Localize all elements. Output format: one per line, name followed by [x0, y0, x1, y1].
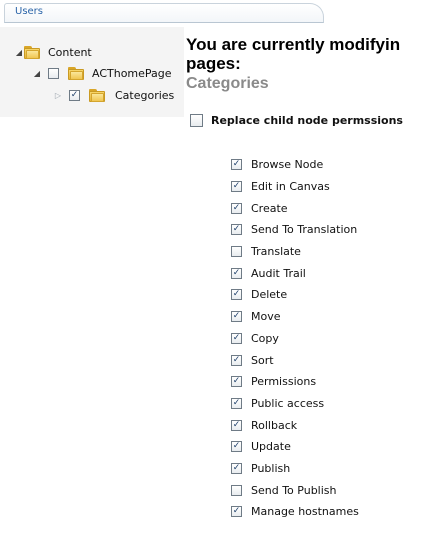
permission-label: Send To Translation [251, 223, 358, 237]
permission-label: Move [251, 310, 281, 324]
permission-checkbox[interactable] [231, 332, 242, 344]
permission-label: Publish [251, 461, 291, 475]
permission-row[interactable]: Delete [231, 284, 359, 306]
page-title: You are currently modifyin pages: [186, 35, 430, 73]
page-title-line: pages: [186, 54, 241, 73]
replace-child-permissions[interactable]: Replace child node permssions [190, 114, 403, 127]
permission-label: Copy [251, 331, 279, 345]
tab-users[interactable]: Users [15, 6, 43, 17]
permission-checkbox[interactable] [231, 267, 242, 279]
expand-arrow-icon[interactable]: ◢ [14, 48, 24, 57]
page-title-line: You are currently modifyin [186, 35, 401, 54]
permission-label: Edit in Canvas [251, 180, 330, 194]
permission-label: Public access [251, 396, 325, 410]
folder-icon [89, 88, 105, 102]
replace-child-checkbox[interactable] [190, 114, 203, 127]
permission-label: Send To Publish [251, 483, 337, 497]
permission-row[interactable]: Manage hostnames [231, 501, 359, 523]
permission-row[interactable]: Copy [231, 328, 359, 350]
top-tab-bar: Users [4, 3, 324, 23]
permission-label: Rollback [251, 418, 298, 432]
permission-label: Sort [251, 353, 274, 367]
permission-row[interactable]: Rollback [231, 414, 359, 436]
folder-icon [24, 45, 40, 59]
permission-checkbox[interactable] [231, 289, 242, 301]
tree-node-content[interactable]: ◢ Content [14, 42, 92, 62]
expand-arrow-icon[interactable]: ◢ [32, 69, 42, 78]
permission-checkbox[interactable] [231, 462, 242, 474]
permission-checkbox[interactable] [231, 354, 242, 366]
tree-node-label: Content [48, 45, 92, 59]
permission-label: Delete [251, 288, 288, 302]
permission-label: Create [251, 201, 288, 215]
tree-node-checkbox[interactable] [69, 89, 80, 101]
permission-row[interactable]: Update [231, 436, 359, 458]
permission-checkbox[interactable] [231, 181, 242, 193]
permission-row[interactable]: Translate [231, 241, 359, 263]
replace-child-label: Replace child node permssions [211, 114, 403, 127]
permission-checkbox[interactable] [231, 441, 242, 453]
permission-row[interactable]: Public access [231, 393, 359, 415]
permission-row[interactable]: Move [231, 306, 359, 328]
tree-node-acthomepage[interactable]: ◢ ACThomePage [32, 63, 172, 83]
permission-row[interactable]: Send To Translation [231, 219, 359, 241]
folder-icon [68, 66, 84, 80]
permission-checkbox[interactable] [231, 246, 242, 258]
permission-row[interactable]: Create [231, 197, 359, 219]
permission-checkbox[interactable] [231, 397, 242, 409]
permission-checkbox[interactable] [231, 311, 242, 323]
permission-label: Audit Trail [251, 266, 306, 280]
tree-node-label: Categories [115, 88, 175, 102]
tree-node-label: ACThomePage [92, 66, 172, 80]
permission-row[interactable]: Sort [231, 349, 359, 371]
permission-checkbox[interactable] [231, 419, 242, 431]
permission-checkbox[interactable] [231, 159, 242, 171]
permission-row[interactable]: Audit Trail [231, 262, 359, 284]
permission-checkbox[interactable] [231, 484, 242, 496]
permissions-list: Browse Node Edit in Canvas Create Send To T… [231, 154, 359, 523]
permission-checkbox[interactable] [231, 202, 242, 214]
permission-checkbox[interactable] [231, 224, 242, 236]
permission-row[interactable]: Send To Publish [231, 479, 359, 501]
tree-node-categories[interactable]: ▷ Categories [53, 85, 174, 105]
permission-label: Manage hostnames [251, 505, 359, 519]
permission-label: Update [251, 440, 291, 454]
page-subtitle: Categories [186, 75, 269, 92]
permission-label: Translate [251, 245, 301, 259]
permission-label: Permissions [251, 375, 317, 389]
permission-row[interactable]: Edit in Canvas [231, 176, 359, 198]
permission-label: Browse Node [251, 158, 324, 172]
permission-row[interactable]: Permissions [231, 371, 359, 393]
permission-checkbox[interactable] [231, 506, 242, 518]
tree-node-checkbox[interactable] [48, 67, 59, 79]
permission-row[interactable]: Publish [231, 458, 359, 480]
collapsed-arrow-icon[interactable]: ▷ [53, 91, 63, 100]
permission-checkbox[interactable] [231, 376, 242, 388]
permission-row[interactable]: Browse Node [231, 154, 359, 176]
